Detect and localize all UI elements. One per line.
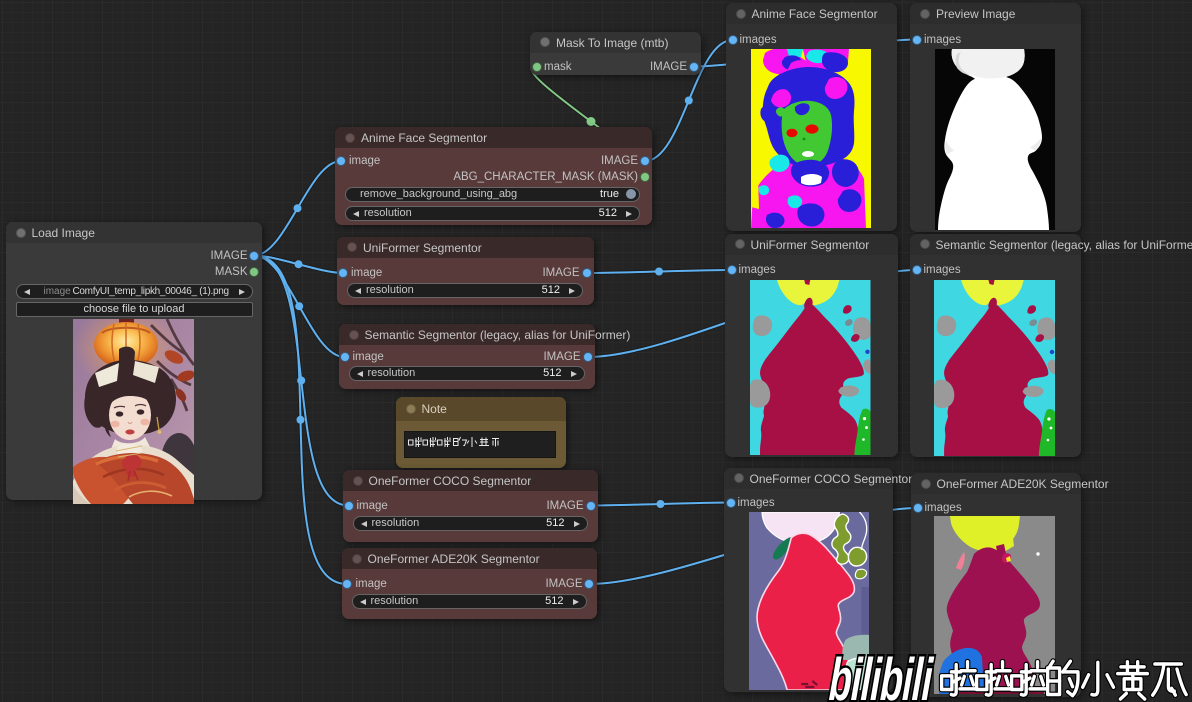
svg-text:bilibili: bilibili xyxy=(828,646,936,702)
